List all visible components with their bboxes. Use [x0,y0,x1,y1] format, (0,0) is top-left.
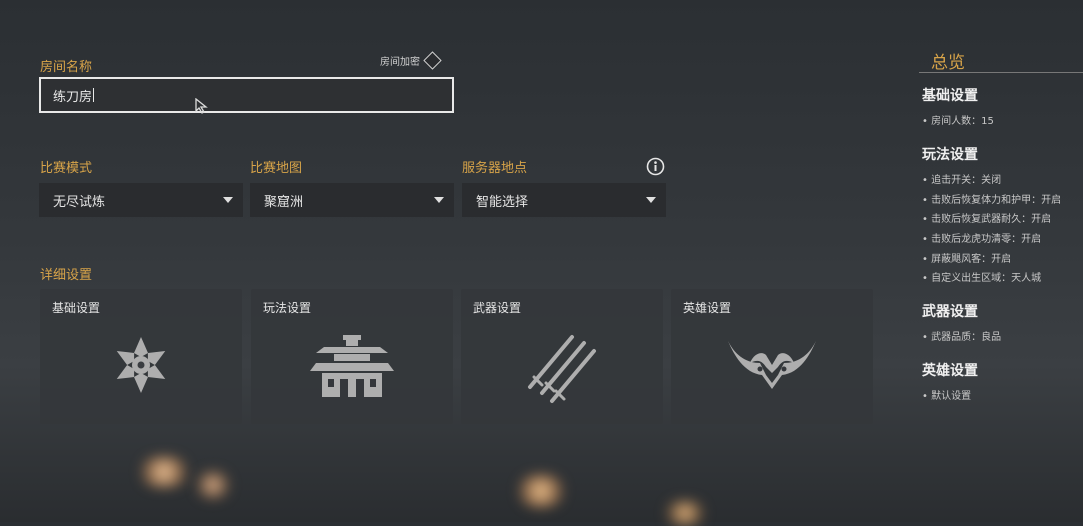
chevron-down-icon [646,197,656,203]
card-title: 武器设置 [473,301,522,315]
card-weapon-settings[interactable]: 武器设置 [461,289,663,424]
lantern-glow [513,474,569,508]
details-label: 详细设置 [40,268,93,283]
overview-item: • 击败后龙虎功清零：开启 [922,234,1042,245]
pagoda-icon [310,335,394,397]
card-title: 基础设置 [52,301,101,315]
lantern-glow [193,470,233,500]
overview-section-heading: 英雄设置 [922,363,978,379]
server-select-value: 智能选择 [476,194,529,210]
lantern-glow [135,456,193,488]
chevron-down-icon [434,197,444,203]
horned-mask-icon [728,341,816,389]
flower-emblem-icon [116,337,166,393]
lantern-glow [660,500,710,526]
card-title: 英雄设置 [683,301,732,315]
card-basic-settings[interactable]: 基础设置 [40,289,242,424]
map-select[interactable]: 聚窟洲 [250,183,454,217]
server-select[interactable]: 智能选择 [462,183,666,217]
info-icon[interactable] [646,157,665,176]
mouse-pointer-icon [195,98,208,114]
diamond-checkbox-icon[interactable] [423,51,442,70]
card-hero-settings[interactable]: 英雄设置 [671,289,873,424]
map-select-value: 聚窟洲 [264,194,304,210]
overview-item: • 击败后恢复武器耐久：开启 [922,214,1052,225]
overview-item: • 击败后恢复体力和护甲：开启 [922,195,1062,206]
room-name-label: 房间名称 [40,60,93,75]
mode-select-value: 无尽试炼 [53,194,106,210]
overview-item: • 自定义出生区域：天人城 [922,273,1042,284]
map-label: 比赛地图 [250,161,303,176]
card-title: 玩法设置 [263,301,312,315]
overview-item: • 默认设置 [922,391,972,402]
mode-label: 比赛模式 [40,161,93,176]
overview-item: • 屏蔽飓风客：开启 [922,254,1012,265]
overview-item: • 追击开关：关闭 [922,175,1002,186]
room-name-value: 练刀房 [53,89,93,105]
overview-section-heading: 玩法设置 [922,147,978,163]
encrypt-toggle[interactable]: 房间加密 [380,51,442,70]
divider [919,72,1083,73]
chevron-down-icon [223,197,233,203]
overview-item: • 房间人数：15 [922,116,994,127]
overview-section-heading: 武器设置 [922,304,978,320]
mode-select[interactable]: 无尽试炼 [39,183,243,217]
overview-title: 总览 [931,53,965,73]
overview-item: • 武器品质：良品 [922,332,1002,343]
room-name-input[interactable]: 练刀房 [39,77,454,113]
server-label: 服务器地点 [462,161,528,176]
swords-icon [528,335,596,403]
encrypt-label: 房间加密 [380,57,420,68]
overview-section-heading: 基础设置 [922,88,978,104]
text-cursor [93,88,95,102]
card-gameplay-settings[interactable]: 玩法设置 [251,289,453,424]
